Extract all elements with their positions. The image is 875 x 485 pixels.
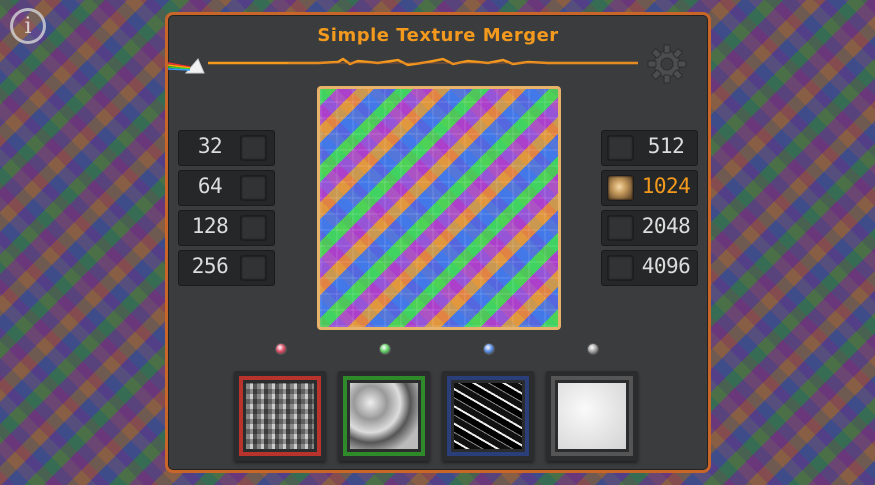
resolution-option-128[interactable]: 128 <box>178 210 275 246</box>
info-button[interactable]: i <box>10 8 46 44</box>
texture-thumbnail <box>558 383 626 449</box>
green-channel-slot[interactable] <box>338 371 430 461</box>
resolution-checkbox[interactable] <box>240 215 267 241</box>
resolution-option-256[interactable]: 256 <box>178 250 275 286</box>
resolution-label: 64 <box>197 174 223 198</box>
resolution-option-512[interactable]: 512 <box>601 130 698 166</box>
red-channel-slot[interactable] <box>234 371 326 461</box>
resolution-label-selected: 1024 <box>641 174 691 198</box>
texture-thumbnail <box>246 383 314 449</box>
resolution-label: 128 <box>191 214 229 238</box>
blue-channel-led <box>483 343 495 355</box>
resolution-list-large: 512 1024 2048 4096 <box>601 130 698 290</box>
resolution-checkbox[interactable] <box>607 255 634 281</box>
resolution-option-32[interactable]: 32 <box>178 130 275 166</box>
resolution-list-small: 32 64 128 256 <box>178 130 275 290</box>
slot-frame <box>447 376 529 456</box>
info-icon: i <box>24 13 32 39</box>
resolution-option-2048[interactable]: 2048 <box>601 210 698 246</box>
app-title: Simple Texture Merger <box>317 25 559 46</box>
alpha-channel-led <box>587 343 599 355</box>
red-channel-led <box>275 343 287 355</box>
channel-texture-slots <box>234 371 638 463</box>
resolution-label: 32 <box>197 134 223 158</box>
channel-indicators <box>168 343 708 357</box>
resolution-checkbox-selected[interactable] <box>607 175 634 201</box>
gear-icon[interactable] <box>646 43 688 85</box>
blue-channel-slot[interactable] <box>442 371 534 461</box>
slot-frame <box>343 376 425 456</box>
resolution-label: 512 <box>647 134 685 158</box>
resolution-label: 4096 <box>641 254 691 278</box>
resolution-option-4096[interactable]: 4096 <box>601 250 698 286</box>
resolution-label: 256 <box>191 254 229 278</box>
title-underline <box>208 57 638 67</box>
green-channel-led <box>379 343 391 355</box>
resolution-option-64[interactable]: 64 <box>178 170 275 206</box>
main-panel: Simple Texture Merger 32 64 128 256 512 … <box>165 12 711 473</box>
preview-pattern <box>320 89 558 327</box>
resolution-checkbox[interactable] <box>607 135 634 161</box>
merged-texture-preview <box>317 86 561 330</box>
alpha-channel-slot[interactable] <box>546 371 638 461</box>
resolution-checkbox[interactable] <box>240 255 267 281</box>
resolution-label: 2048 <box>641 214 691 238</box>
texture-thumbnail <box>350 383 418 449</box>
texture-thumbnail <box>454 383 522 449</box>
resolution-option-1024[interactable]: 1024 <box>601 170 698 206</box>
slot-frame <box>551 376 633 456</box>
resolution-checkbox[interactable] <box>240 175 267 201</box>
slot-frame <box>239 376 321 456</box>
resolution-checkbox[interactable] <box>607 215 634 241</box>
resolution-checkbox[interactable] <box>240 135 267 161</box>
